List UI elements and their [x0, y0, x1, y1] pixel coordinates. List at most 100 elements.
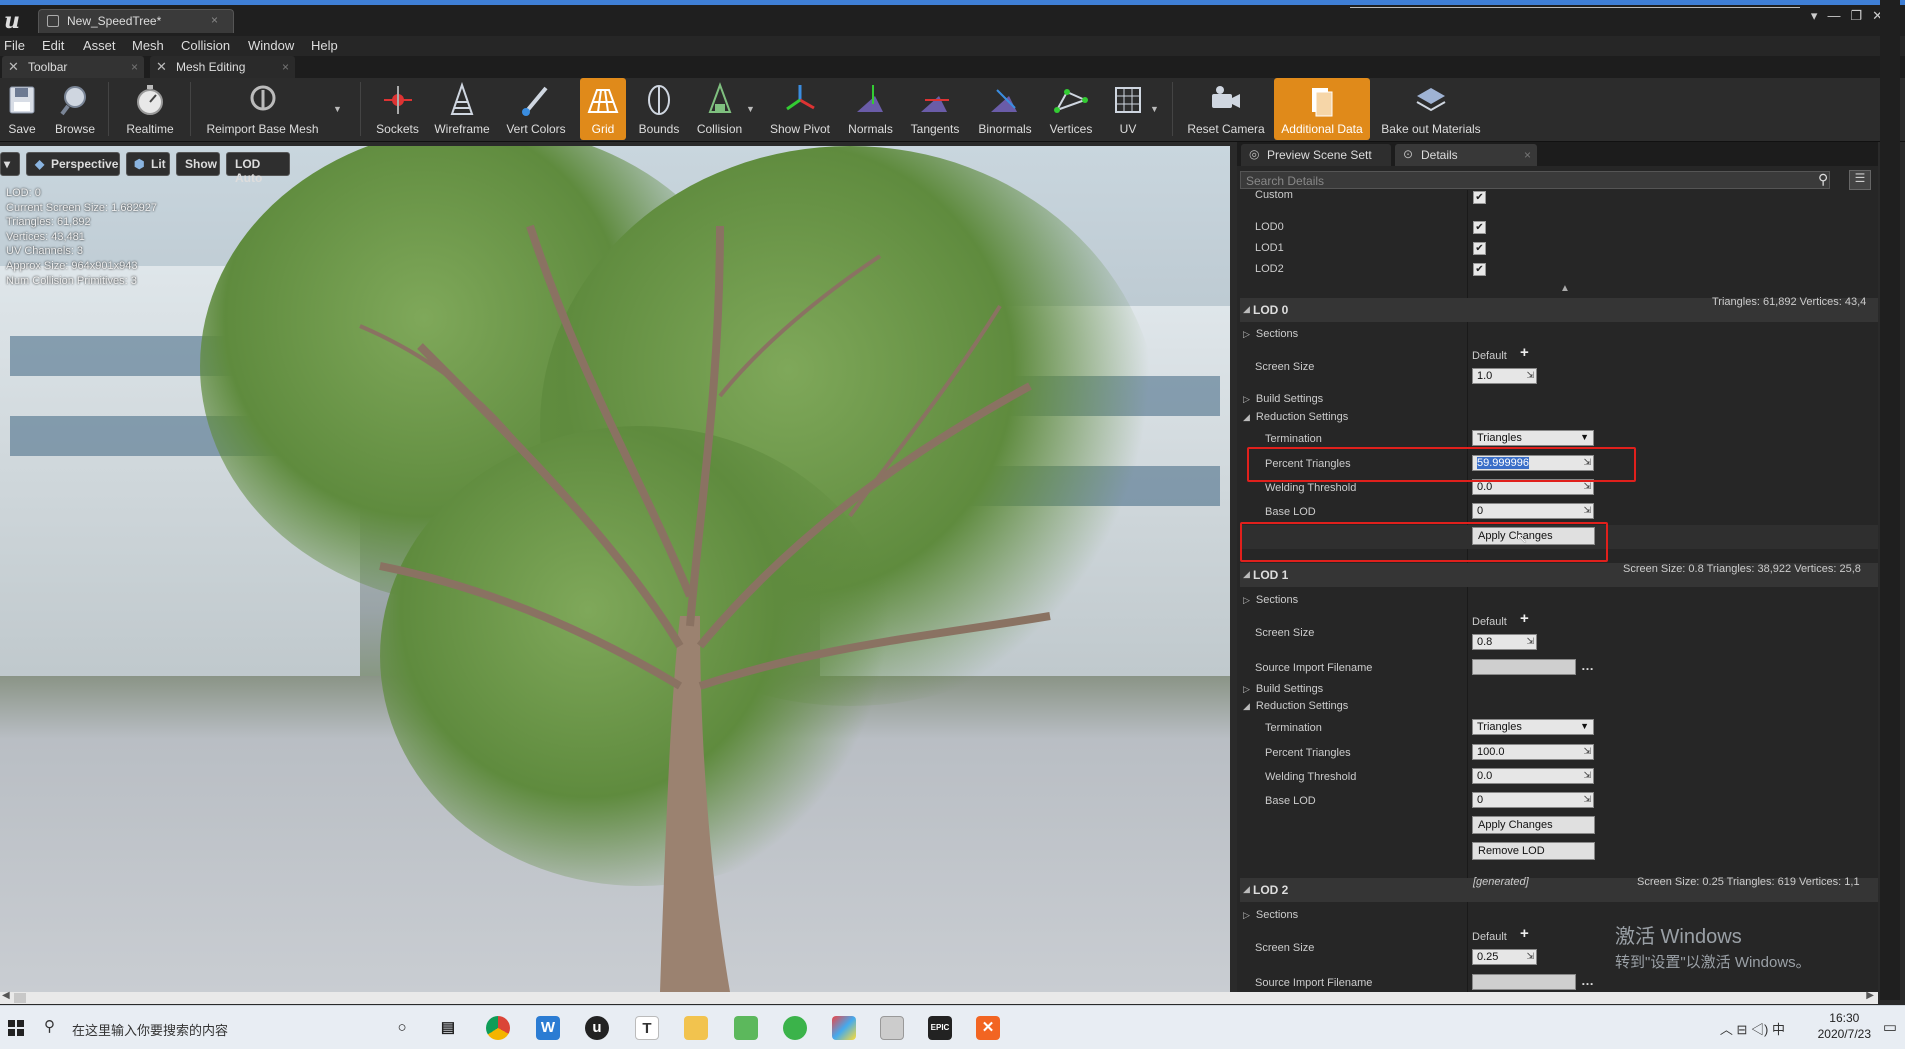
horizontal-scrollbar[interactable]: ◀ ▶: [0, 990, 1878, 1004]
uv-button[interactable]: UV: [1104, 78, 1152, 140]
document-tab[interactable]: New_SpeedTree* ×: [38, 9, 234, 33]
search-icon[interactable]: ⚲: [1818, 171, 1828, 188]
lod1-welding-input[interactable]: 0.0 ⇲: [1472, 768, 1594, 784]
tab-toolbar-close-icon[interactable]: ×: [131, 60, 138, 74]
cortana-icon[interactable]: ○: [390, 1016, 414, 1040]
scroll-left-icon[interactable]: ◀: [2, 990, 10, 1001]
scroll-right-icon[interactable]: ▶: [1866, 990, 1874, 1001]
reimport-base-mesh-button[interactable]: Reimport Base Mesh: [200, 78, 325, 140]
writer-icon[interactable]: W: [536, 1016, 560, 1040]
lod2-checkbox[interactable]: ✔: [1473, 263, 1486, 276]
lod0-add-platform-icon[interactable]: +: [1520, 344, 1529, 361]
window-app-icon[interactable]: [880, 1016, 904, 1040]
unreal-engine-icon[interactable]: u: [585, 1016, 609, 1040]
windows-start-icon[interactable]: [8, 1020, 24, 1036]
speedtree-icon[interactable]: [734, 1016, 758, 1040]
vertical-scrollbar[interactable]: [1880, 0, 1900, 1000]
lod1-percent-triangles-input[interactable]: 100.0 ⇲: [1472, 744, 1594, 760]
tab-details[interactable]: ⊙ Details ×: [1395, 144, 1537, 166]
lod0-expand-icon[interactable]: ◢: [1243, 304, 1250, 315]
wireframe-button[interactable]: Wireframe: [432, 78, 492, 140]
details-tab-close-icon[interactable]: ×: [1524, 148, 1531, 162]
menu-mesh[interactable]: Mesh: [132, 38, 164, 53]
show-pivot-button[interactable]: Show Pivot: [765, 78, 835, 140]
lod1-termination-select[interactable]: Triangles ▼: [1472, 719, 1594, 735]
lod0-base-lod-input[interactable]: 0 ⇲: [1472, 503, 1594, 519]
file-explorer-icon[interactable]: [684, 1016, 708, 1040]
reimport-dropdown-icon[interactable]: ▼: [333, 104, 342, 114]
lod2-screen-size-input[interactable]: 0.25 ⇲: [1472, 949, 1537, 965]
lod-auto-button[interactable]: LOD Auto: [226, 152, 290, 185]
lod1-sections[interactable]: ▷ Sections: [1243, 594, 1298, 606]
tab-mesh-editing-close-icon[interactable]: ×: [282, 60, 289, 74]
lod1-apply-changes-button[interactable]: Apply Changes: [1472, 816, 1595, 834]
unreal-logo-icon[interactable]: u: [4, 8, 26, 34]
menu-file[interactable]: File: [4, 38, 25, 53]
tab-toolbar[interactable]: ✕ Toolbar ×: [2, 56, 144, 78]
network-icon[interactable]: ⊟: [1736, 1022, 1747, 1037]
uv-dropdown-icon[interactable]: ▼: [1150, 104, 1159, 114]
custom-checkbox[interactable]: ✔: [1473, 191, 1486, 204]
lod2-sections[interactable]: ▷ Sections: [1243, 909, 1298, 921]
task-view-icon[interactable]: ▤: [436, 1016, 460, 1040]
vert-colors-button[interactable]: Vert Colors: [500, 78, 572, 140]
sockets-button[interactable]: Sockets: [370, 78, 425, 140]
lod1-base-lod-input[interactable]: 0 ⇲: [1472, 792, 1594, 808]
taskbar-search-icon[interactable]: ⚲: [44, 1017, 55, 1035]
grid-button[interactable]: Grid: [580, 78, 626, 140]
lit-button[interactable]: ⬢ Lit: [126, 152, 170, 176]
lod2-add-platform-icon[interactable]: +: [1520, 925, 1529, 942]
menu-collision[interactable]: Collision: [181, 38, 230, 53]
lod1-category[interactable]: ◢ LOD 1 Screen Size: 0.8 Triangles: 38,9…: [1240, 563, 1878, 587]
collision-button[interactable]: Collision: [692, 78, 747, 140]
viewport-options-icon[interactable]: ▾: [0, 152, 20, 176]
lod1-screen-size-input[interactable]: 0.8 ⇲: [1472, 634, 1537, 650]
notification-icon[interactable]: ▭: [1883, 1018, 1897, 1036]
chrome-icon[interactable]: [486, 1016, 510, 1040]
lod1-add-platform-icon[interactable]: +: [1520, 610, 1529, 627]
tab-mesh-editing[interactable]: ✕ Mesh Editing ×: [150, 56, 295, 78]
tray-chevron-icon[interactable]: ︿: [1720, 1022, 1733, 1037]
search-details-input[interactable]: Search Details: [1240, 171, 1830, 189]
window-menu-icon[interactable]: ▾: [1811, 8, 1818, 28]
binormals-button[interactable]: Binormals: [972, 78, 1038, 140]
lod1-remove-lod-button[interactable]: Remove LOD: [1472, 842, 1595, 860]
perspective-button[interactable]: ◆ Perspective: [26, 152, 120, 176]
vertices-button[interactable]: Vertices: [1044, 78, 1098, 140]
document-tab-close-icon[interactable]: ×: [211, 13, 218, 27]
epic-games-icon[interactable]: EPIC: [928, 1016, 952, 1040]
lod0-build-settings[interactable]: ▷ Build Settings: [1243, 393, 1323, 405]
save-button[interactable]: Save: [2, 78, 42, 140]
scroll-thumb[interactable]: [14, 993, 26, 1003]
tab-preview-scene-settings[interactable]: ◎ Preview Scene Sett: [1241, 144, 1391, 166]
tangents-button[interactable]: Tangents: [906, 78, 964, 140]
bounds-button[interactable]: Bounds: [634, 78, 684, 140]
minimize-icon[interactable]: —: [1827, 8, 1840, 28]
lod1-checkbox[interactable]: ✔: [1473, 242, 1486, 255]
show-button[interactable]: Show: [176, 152, 220, 176]
lod0-reduction-settings[interactable]: ◢ Reduction Settings: [1243, 411, 1348, 423]
wechat-icon[interactable]: [783, 1016, 807, 1040]
xmind-icon[interactable]: ✕: [976, 1016, 1000, 1040]
lod1-source-import-input[interactable]: [1472, 659, 1576, 675]
menu-window[interactable]: Window: [248, 38, 294, 53]
taskbar-clock[interactable]: 16:30 2020/7/23: [1818, 1010, 1871, 1042]
lod2-category[interactable]: ◢ LOD 2 [generated] Screen Size: 0.25 Tr…: [1240, 876, 1878, 902]
browse-button[interactable]: Browse: [50, 78, 100, 140]
system-tray[interactable]: ︿ ⊟ ◁) 中: [1720, 1019, 1785, 1038]
typora-icon[interactable]: T: [635, 1016, 659, 1040]
lod0-sections[interactable]: ▷ Sections: [1243, 328, 1298, 340]
lod0-checkbox[interactable]: ✔: [1473, 221, 1486, 234]
taskbar-search-input[interactable]: 在这里输入你要搜索的内容: [72, 1020, 228, 1039]
normals-button[interactable]: Normals: [843, 78, 898, 140]
ime-indicator[interactable]: 中: [1772, 1022, 1785, 1037]
additional-data-button[interactable]: Additional Data: [1274, 78, 1370, 140]
lod0-termination-select[interactable]: Triangles ▼: [1472, 430, 1594, 446]
menu-help[interactable]: Help: [311, 38, 338, 53]
reset-camera-button[interactable]: Reset Camera: [1186, 78, 1266, 140]
lod2-source-import-input[interactable]: [1472, 974, 1576, 990]
app-icon[interactable]: [832, 1016, 856, 1040]
view-options-icon[interactable]: ☰: [1849, 170, 1871, 190]
realtime-button[interactable]: Realtime: [120, 78, 180, 140]
lod0-category[interactable]: ◢ LOD 0 Triangles: 61,892 Vertices: 43,4: [1240, 296, 1878, 322]
